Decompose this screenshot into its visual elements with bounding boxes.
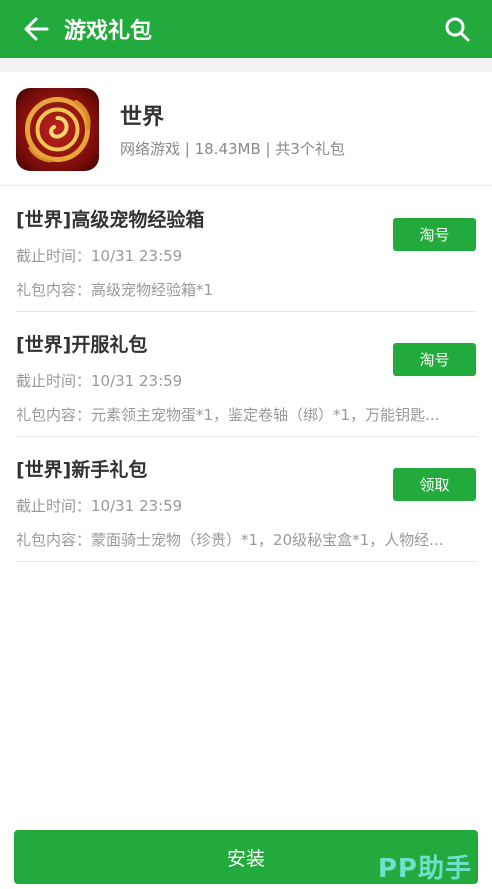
top-bar: 游戏礼包 bbox=[0, 0, 492, 58]
page-title: 游戏礼包 bbox=[64, 19, 153, 44]
gift-action-button[interactable]: 领取 bbox=[393, 468, 476, 501]
gift-deadline: 截止时间：10/31 23:59 bbox=[16, 247, 183, 265]
search-icon bbox=[445, 17, 470, 42]
gift-deadline: 截止时间：10/31 23:59 bbox=[16, 372, 183, 390]
gift-action-button[interactable]: 淘号 bbox=[393, 218, 476, 251]
dragon-emblem-icon bbox=[25, 97, 91, 163]
gift-item: [世界]高级宠物经验箱 截止时间：10/31 23:59 礼包内容：高级宠物经验… bbox=[16, 187, 476, 312]
app-meta: 网络游戏 | 18.43MB | 共3个礼包 bbox=[120, 140, 345, 158]
arrow-left-icon bbox=[24, 17, 49, 41]
gift-content: 礼包内容：元素领主宠物蛋*1，鉴定卷轴（绑）*1，万能钥匙... bbox=[16, 406, 440, 424]
gift-item: [世界]开服礼包 截止时间：10/31 23:59 礼包内容：元素领主宠物蛋*1… bbox=[16, 312, 476, 437]
gift-item: [世界]新手礼包 截止时间：10/31 23:59 礼包内容：蒙面骑士宠物（珍贵… bbox=[16, 437, 476, 562]
app-icon bbox=[16, 88, 99, 171]
gift-title: [世界]开服礼包 bbox=[16, 334, 148, 356]
gift-title: [世界]新手礼包 bbox=[16, 459, 148, 481]
app-name: 世界 bbox=[120, 105, 165, 130]
gift-action-button[interactable]: 淘号 bbox=[393, 343, 476, 376]
app-header: 世界 网络游戏 | 18.43MB | 共3个礼包 bbox=[0, 72, 492, 186]
back-button[interactable] bbox=[12, 0, 60, 58]
watermark-logo: PP助手 bbox=[377, 854, 472, 884]
gift-deadline: 截止时间：10/31 23:59 bbox=[16, 497, 183, 515]
search-button[interactable] bbox=[434, 0, 480, 58]
gift-title: [世界]高级宠物经验箱 bbox=[16, 209, 205, 231]
section-gap bbox=[0, 58, 492, 72]
gift-content: 礼包内容：蒙面骑士宠物（珍贵）*1，20级秘宝盒*1，人物经... bbox=[16, 531, 444, 549]
gift-content: 礼包内容：高级宠物经验箱*1 bbox=[16, 281, 214, 299]
